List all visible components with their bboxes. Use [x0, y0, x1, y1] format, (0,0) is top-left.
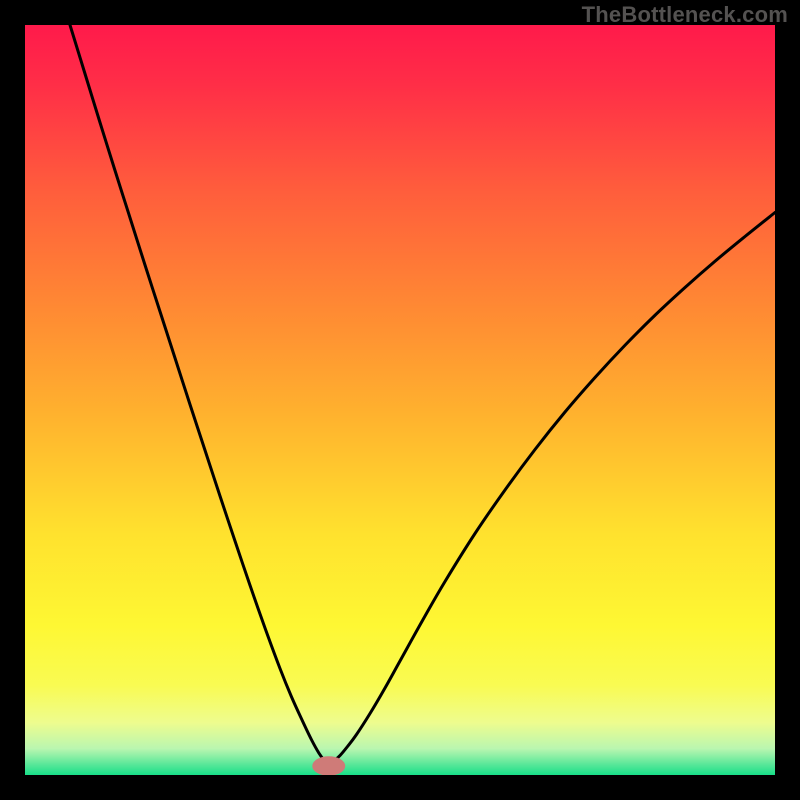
- optimal-marker: [312, 756, 345, 775]
- bottleneck-curve-chart: [25, 25, 775, 775]
- watermark-text: TheBottleneck.com: [582, 2, 788, 28]
- plot-area: [25, 25, 775, 775]
- chart-frame: TheBottleneck.com: [0, 0, 800, 800]
